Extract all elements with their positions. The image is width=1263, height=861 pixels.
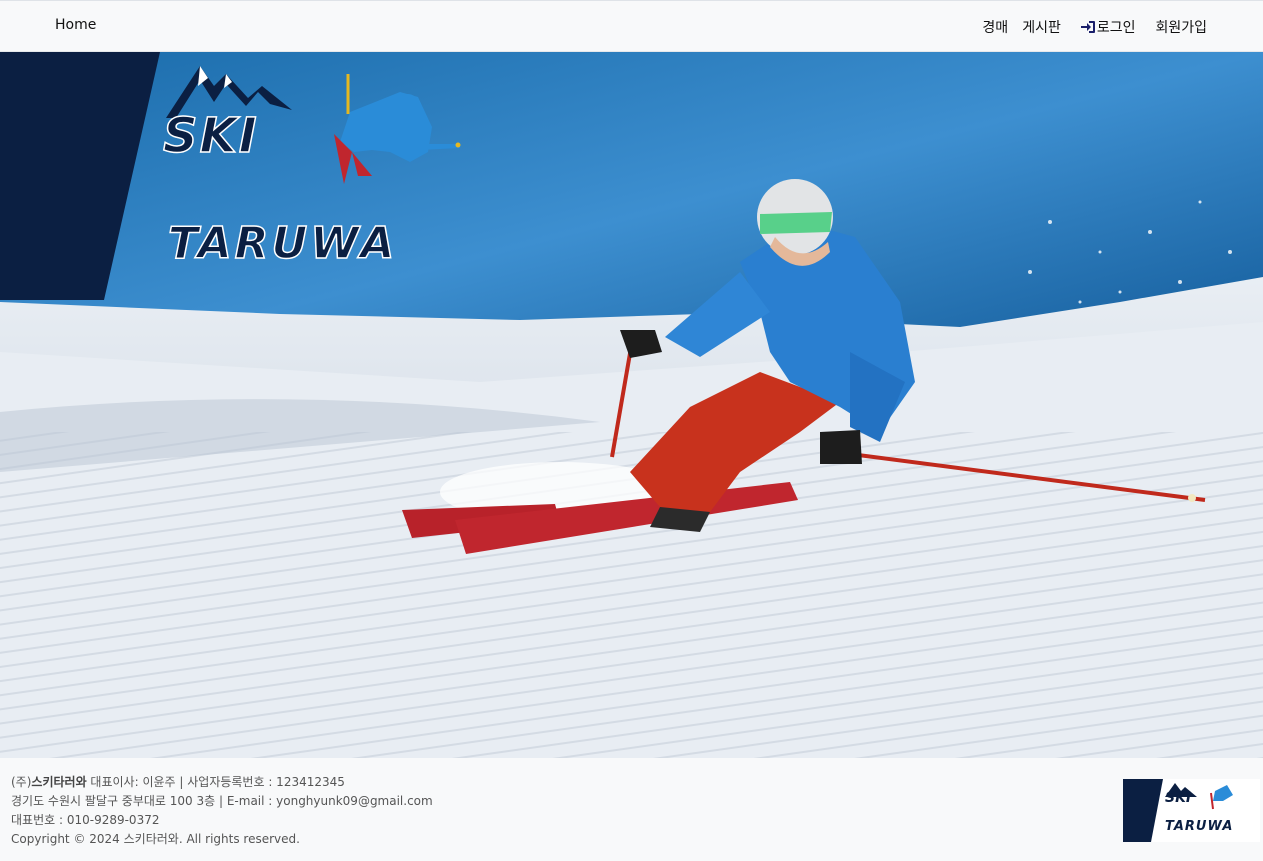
company-name: 스키타러와 [31, 775, 87, 789]
brand-logo-taruwa-text: TARUWA [167, 218, 398, 269]
sign-in-icon [1080, 21, 1095, 33]
nav-signup-link[interactable]: 회원가입 [1155, 17, 1207, 37]
nav-login-link[interactable]: 로그인 [1080, 17, 1136, 37]
site-footer: (주)스키타러와 대표이사: 이윤주 | 사업자등록번호 : 123412345… [0, 758, 1263, 861]
skier-logo-icon [334, 74, 461, 184]
brand-logo-ski-text: SKI [162, 108, 259, 164]
nav-home-link[interactable]: Home [55, 17, 96, 33]
hero-banner: SKI TARUWA [0, 52, 1263, 758]
footer-company-info: (주)스키타러와 대표이사: 이윤주 | 사업자등록번호 : 123412345… [11, 773, 433, 849]
footer-company-line: (주)스키타러와 대표이사: 이윤주 | 사업자등록번호 : 123412345 [11, 773, 433, 792]
brand-panel [0, 52, 461, 300]
nav-auction-link[interactable]: 경매 [982, 17, 1008, 37]
ceo-info: 대표이사: 이윤주 | 사업자등록번호 : 123412345 [86, 775, 345, 789]
nav-menu: 경매 게시판 로그인 회원가입 [982, 17, 1207, 37]
nav-board-link[interactable]: 게시판 [1022, 17, 1061, 37]
footer-logo-taruwa-text: TARUWA [1165, 819, 1234, 834]
footer-copyright: Copyright © 2024 스키타러와. All rights reser… [11, 832, 300, 846]
top-navbar: Home 경매 게시판 로그인 회원가입 [0, 0, 1263, 52]
footer-logo-ski-text: SKI [1165, 790, 1192, 806]
company-prefix: (주) [11, 775, 32, 789]
footer-logo: SKI TARUWA [1123, 779, 1260, 842]
footer-phone: 대표번호 : 010-9289-0372 [11, 813, 160, 827]
footer-address: 경기도 수원시 팔달구 중부대로 100 3층 | E-mail : yongh… [11, 794, 433, 808]
nav-login-label: 로그인 [1096, 20, 1136, 36]
